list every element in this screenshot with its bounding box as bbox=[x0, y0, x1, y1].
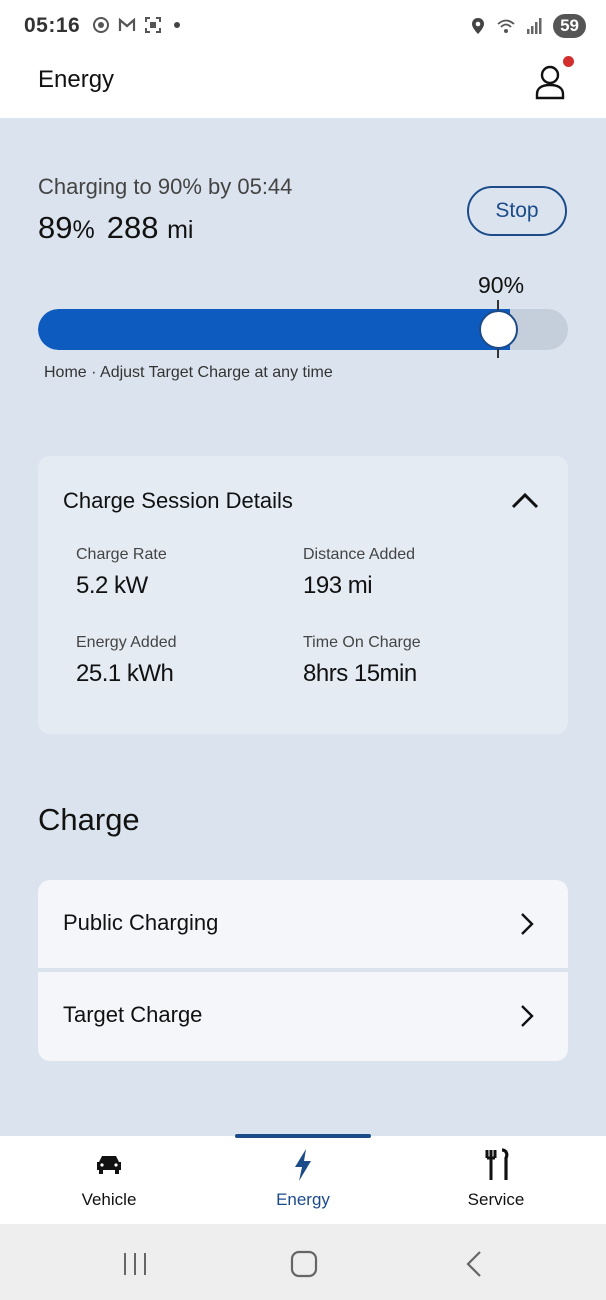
chevron-right-icon bbox=[521, 1005, 534, 1027]
energy-main: Charging to 90% by 05:44 89% 288 mi Stop … bbox=[0, 118, 606, 1136]
home-icon[interactable] bbox=[289, 1250, 319, 1278]
profile-icon[interactable] bbox=[534, 64, 566, 100]
slider-caption: Home · Adjust Target Charge at any time bbox=[44, 364, 333, 381]
status-system-icons: 59 bbox=[469, 14, 586, 38]
detail-label: Energy Added bbox=[76, 634, 177, 651]
settings-notification-icon bbox=[93, 17, 109, 33]
battery-indicator: 59 bbox=[553, 14, 586, 38]
status-notification-icons bbox=[92, 16, 180, 34]
notification-badge bbox=[563, 56, 574, 67]
charge-options-list: Public Charging Target Charge bbox=[38, 880, 568, 1061]
tab-vehicle[interactable]: Vehicle bbox=[9, 1136, 209, 1224]
tab-label: Vehicle bbox=[81, 1190, 137, 1209]
charge-stats: 89% 288 mi bbox=[38, 210, 205, 246]
list-item-label: Target Charge bbox=[63, 1002, 203, 1027]
tools-icon bbox=[485, 1148, 509, 1180]
detail-label: Charge Rate bbox=[76, 546, 167, 563]
detail-value: 5.2 kW bbox=[76, 572, 148, 599]
battery-percent: 89 bbox=[38, 210, 73, 245]
detail-label: Time On Charge bbox=[303, 634, 421, 651]
list-item-label: Public Charging bbox=[63, 910, 219, 935]
charge-section-heading: Charge bbox=[38, 802, 140, 837]
stop-charging-button[interactable]: Stop bbox=[467, 186, 567, 236]
tab-energy[interactable]: Energy bbox=[203, 1136, 403, 1224]
detail-label: Distance Added bbox=[303, 546, 416, 563]
range-value: 288 bbox=[106, 210, 159, 245]
detail-time-on-charge: Time On Charge 8hrs 15min bbox=[303, 634, 421, 688]
detail-energy-added: Energy Added 25.1 kWh bbox=[76, 634, 177, 688]
app-header: Energy bbox=[0, 54, 606, 118]
charging-status-title: Charging to 90% by 05:44 bbox=[38, 174, 293, 199]
detail-value: 25.1 kWh bbox=[76, 660, 174, 687]
detail-charge-rate: Charge Rate 5.2 kW bbox=[76, 546, 167, 600]
battery-percent-unit: % bbox=[72, 216, 95, 244]
location-icon bbox=[472, 18, 485, 34]
bottom-navigation: Vehicle Energy Service bbox=[0, 1134, 606, 1224]
public-charging-row[interactable]: Public Charging bbox=[38, 880, 568, 968]
target-charge-label: 90% bbox=[478, 272, 525, 298]
detail-distance-added: Distance Added 193 mi bbox=[303, 546, 415, 600]
car-icon bbox=[97, 1156, 121, 1174]
more-notifications-dot bbox=[174, 22, 180, 28]
chevron-right-icon bbox=[521, 913, 534, 935]
page-title: Energy bbox=[38, 66, 115, 93]
details-card-title: Charge Session Details bbox=[63, 488, 293, 513]
gmail-icon bbox=[118, 17, 136, 31]
wifi-icon bbox=[497, 19, 515, 33]
back-icon[interactable] bbox=[460, 1250, 490, 1278]
detail-value: 193 mi bbox=[303, 572, 373, 599]
detail-value: 8hrs 15min bbox=[303, 660, 417, 687]
chevron-up-icon[interactable] bbox=[510, 490, 540, 510]
charge-level-fill bbox=[38, 309, 510, 350]
tab-service[interactable]: Service bbox=[396, 1136, 596, 1224]
recent-apps-icon[interactable] bbox=[120, 1250, 150, 1278]
status-time: 05:16 bbox=[24, 14, 81, 37]
status-bar: 05:16 59 bbox=[0, 0, 606, 54]
lightning-icon bbox=[295, 1149, 311, 1181]
target-charge-slider-handle[interactable] bbox=[479, 310, 518, 349]
range-unit: mi bbox=[167, 216, 194, 244]
charge-session-details-card: Charge Session Details Charge Rate 5.2 k… bbox=[38, 456, 568, 734]
screenshot-icon bbox=[145, 17, 161, 33]
signal-icon bbox=[527, 18, 542, 34]
system-navigation-bar bbox=[0, 1224, 606, 1300]
tab-label: Energy bbox=[276, 1190, 330, 1209]
target-charge-row[interactable]: Target Charge bbox=[38, 972, 568, 1060]
tab-label: Service bbox=[467, 1190, 525, 1209]
